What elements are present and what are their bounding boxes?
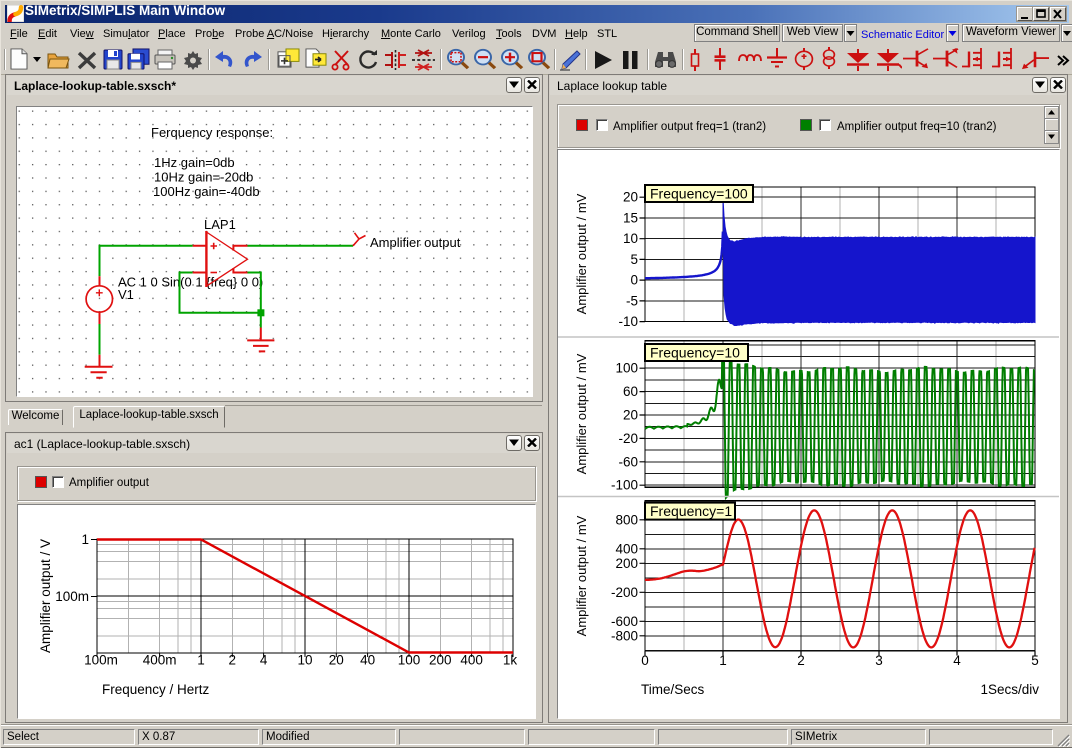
svg-text:1k: 1k	[503, 653, 518, 668]
svg-text:100m: 100m	[84, 653, 118, 668]
svg-text:-200: -200	[611, 585, 638, 600]
svg-text:2: 2	[229, 653, 237, 668]
svg-text:5: 5	[1031, 653, 1039, 668]
svg-text:-5: -5	[626, 293, 638, 308]
svg-text:400: 400	[615, 541, 638, 556]
svg-text:20: 20	[623, 408, 638, 423]
svg-text:400: 400	[460, 653, 483, 668]
svg-text:100: 100	[615, 361, 638, 376]
svg-text:Time/Secs: Time/Secs	[641, 682, 705, 697]
svg-text:20: 20	[623, 190, 638, 205]
svg-text:4: 4	[953, 653, 961, 668]
svg-text:-60: -60	[618, 454, 638, 469]
svg-text:0: 0	[641, 653, 649, 668]
svg-text:100: 100	[398, 653, 421, 668]
svg-text:Frequency=1: Frequency=1	[650, 503, 732, 519]
svg-text:400m: 400m	[143, 653, 177, 668]
svg-text:20: 20	[329, 653, 344, 668]
svg-text:-800: -800	[611, 628, 638, 643]
svg-text:10: 10	[623, 231, 638, 246]
svg-text:V1: V1	[118, 287, 134, 302]
svg-text:200: 200	[429, 653, 452, 668]
svg-text:1: 1	[197, 653, 205, 668]
svg-text:1: 1	[719, 653, 727, 668]
svg-text:10Hz gain=-20db: 10Hz gain=-20db	[154, 170, 253, 185]
svg-text:Amplifier output: Amplifier output	[370, 235, 461, 250]
svg-text:Frequency / Hertz: Frequency / Hertz	[102, 682, 210, 697]
svg-text:1Hz gain=0db: 1Hz gain=0db	[154, 155, 235, 170]
svg-text:LAP1: LAP1	[204, 217, 236, 232]
svg-text:-600: -600	[611, 614, 638, 629]
svg-text:4: 4	[260, 653, 268, 668]
svg-text:1: 1	[81, 532, 89, 547]
svg-text:Amplifier output / mV: Amplifier output / mV	[574, 515, 589, 636]
svg-text:1Secs/div: 1Secs/div	[980, 682, 1039, 697]
svg-text:100m: 100m	[55, 589, 89, 604]
svg-text:Frequency=100: Frequency=100	[650, 186, 748, 202]
svg-text:60: 60	[623, 384, 638, 399]
svg-text:800: 800	[615, 512, 638, 527]
svg-text:Amplifier output / V: Amplifier output / V	[38, 539, 53, 653]
svg-text:Frequency=10: Frequency=10	[650, 345, 740, 361]
svg-text:3: 3	[875, 653, 883, 668]
svg-text:-20: -20	[618, 431, 638, 446]
svg-text:200: 200	[615, 556, 638, 571]
svg-text:Ferquency response:: Ferquency response:	[151, 125, 273, 140]
svg-text:2: 2	[797, 653, 805, 668]
svg-text:AC 1 0 Sin(0 1 {freq} 0 0): AC 1 0 Sin(0 1 {freq} 0 0)	[118, 275, 263, 290]
svg-text:-100: -100	[611, 478, 638, 493]
svg-text:100Hz gain=-40db: 100Hz gain=-40db	[153, 184, 260, 199]
svg-text:40: 40	[360, 653, 375, 668]
svg-text:-10: -10	[618, 314, 638, 329]
svg-text:Amplifier output / mV: Amplifier output / mV	[574, 193, 589, 314]
svg-text:15: 15	[623, 211, 638, 226]
svg-text:10: 10	[297, 653, 312, 668]
svg-text:0: 0	[630, 273, 638, 288]
svg-text:5: 5	[630, 252, 638, 267]
svg-text:Amplifier output / mV: Amplifier output / mV	[574, 353, 589, 474]
